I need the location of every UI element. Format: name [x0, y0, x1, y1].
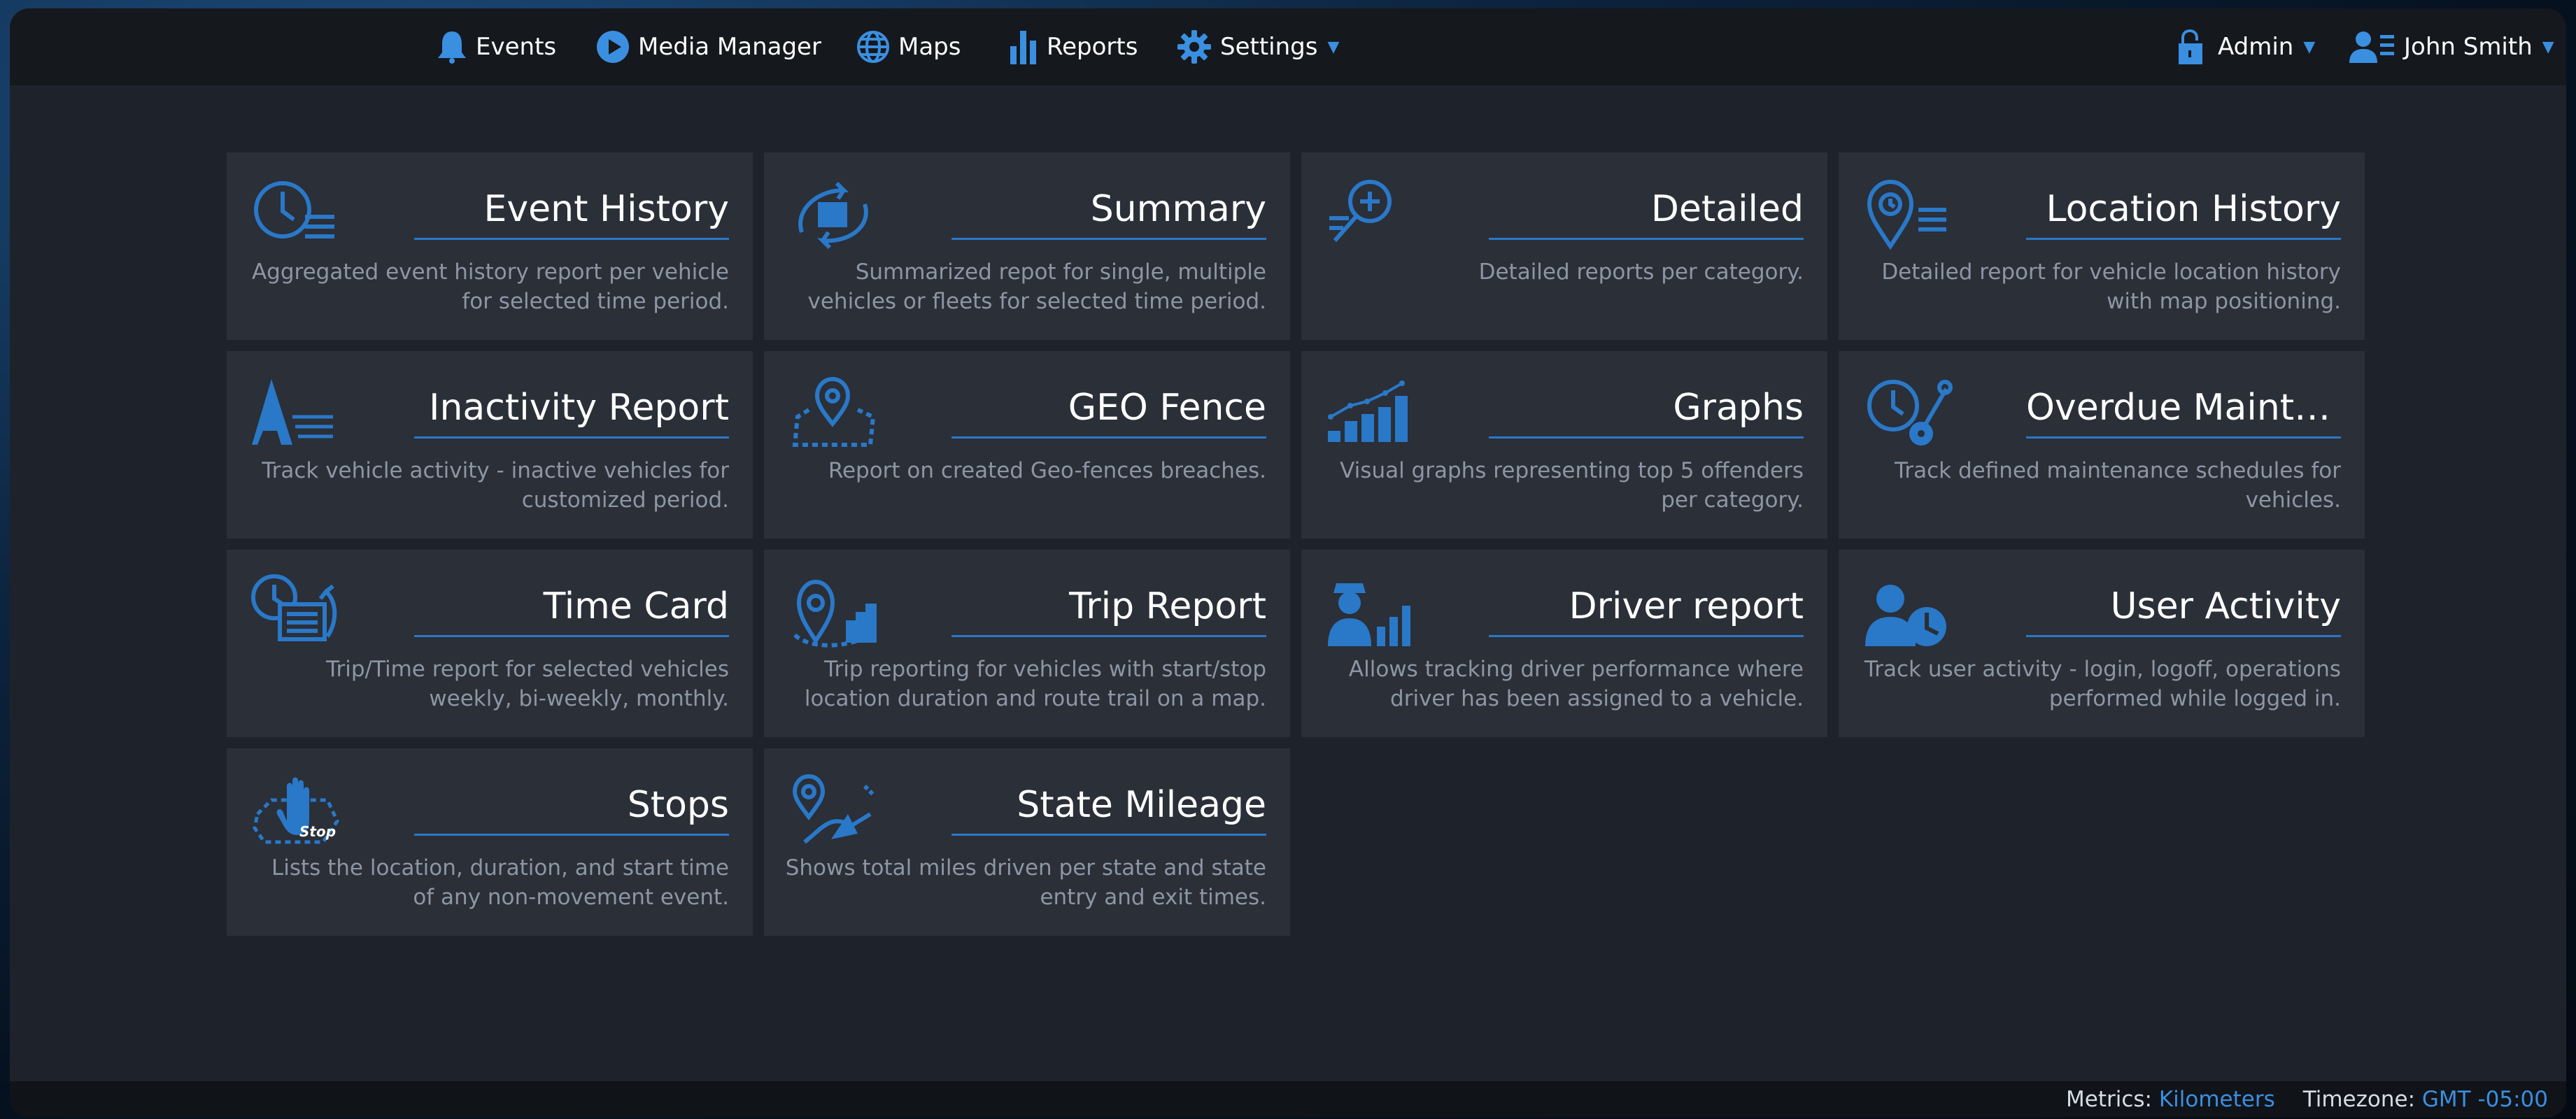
- nav-settings[interactable]: Settings ▼: [1177, 8, 1339, 85]
- card-title: Summary: [951, 187, 1266, 240]
- chevron-down-icon: ▼: [1327, 38, 1340, 56]
- card-title: Graphs: [1489, 386, 1804, 439]
- user-icon: [2349, 29, 2395, 64]
- card-title: Time Card: [414, 585, 729, 637]
- reports-grid: Event History Aggregated event history r…: [10, 85, 2566, 1081]
- stop-hand-icon: Stop: [250, 772, 341, 849]
- nav-user[interactable]: John Smith ▼: [2349, 8, 2554, 85]
- card-title: Inactivity Report: [414, 386, 729, 439]
- card-event-history[interactable]: Event History Aggregated event history r…: [227, 152, 753, 340]
- trip-pin-icon: [788, 573, 879, 650]
- metrics-setting: Metrics: Kilometers: [2066, 1087, 2275, 1112]
- admin-lock-icon: [2177, 29, 2209, 64]
- card-stops[interactable]: Stop Stops Lists the location, duration,…: [227, 748, 753, 936]
- app-window: Events Media Manager Maps Reports Settin…: [10, 8, 2566, 1118]
- svg-text:Stop: Stop: [299, 823, 336, 840]
- top-navbar: Events Media Manager Maps Reports Settin…: [10, 8, 2566, 85]
- card-description: Summarized repot for single, multiple ve…: [807, 259, 1267, 314]
- play-icon: [596, 30, 630, 64]
- nav-maps[interactable]: Maps: [856, 8, 961, 85]
- card-trip-report[interactable]: Trip Report Trip reporting for vehicles …: [764, 550, 1290, 737]
- card-description: Lists the location, duration, and start …: [271, 855, 729, 910]
- nav-events-label: Events: [476, 33, 557, 61]
- card-title: Stops: [414, 783, 729, 836]
- nav-reports[interactable]: Reports: [1009, 8, 1138, 85]
- state-mileage-icon: [788, 772, 879, 849]
- maintenance-icon: [1862, 375, 1953, 452]
- timezone-setting: Timezone: GMT -05:00: [2303, 1087, 2548, 1112]
- card-overdue-maintenance[interactable]: Overdue Mainten... Track defined mainten…: [1839, 351, 2365, 539]
- timezone-label: Timezone:: [2302, 1087, 2416, 1112]
- magnify-plus-icon: [1325, 176, 1416, 253]
- card-title: Driver report: [1489, 585, 1804, 637]
- nav-maps-label: Maps: [898, 33, 961, 61]
- metrics-value-link[interactable]: Kilometers: [2159, 1087, 2275, 1112]
- clock-list-icon: [250, 176, 341, 253]
- card-description: Trip reporting for vehicles with start/s…: [804, 657, 1266, 711]
- card-title: GEO Fence: [951, 386, 1266, 439]
- card-time-card[interactable]: Time Card Trip/Time report for selected …: [227, 550, 753, 737]
- gear-icon: [1177, 29, 1212, 64]
- nav-media-label: Media Manager: [638, 33, 821, 61]
- card-inactivity-report[interactable]: Inactivity Report Track vehicle activity…: [227, 351, 753, 539]
- card-user-activity[interactable]: User Activity Track user activity - logi…: [1839, 550, 2365, 737]
- nav-admin[interactable]: Admin ▼: [2177, 8, 2315, 85]
- bar-chart-icon: [1009, 29, 1038, 64]
- card-description: Track defined maintenance schedules for …: [1895, 458, 2341, 513]
- summary-arrows-icon: [788, 176, 879, 253]
- timezone-value-link[interactable]: GMT -05:00: [2422, 1087, 2548, 1112]
- card-state-mileage[interactable]: State Mileage Shows total miles driven p…: [764, 748, 1290, 936]
- geofence-icon: [788, 375, 879, 452]
- nav-events[interactable]: Events: [437, 8, 556, 85]
- user-activity-icon: [1862, 573, 1953, 650]
- card-description: Visual graphs representing top 5 offende…: [1340, 458, 1804, 513]
- card-description: Track user activity - login, logoff, ope…: [1864, 657, 2341, 711]
- card-description: Detailed reports per category.: [1478, 259, 1804, 285]
- nav-user-label: John Smith: [2404, 33, 2533, 61]
- card-description: Aggregated event history report per vehi…: [251, 259, 729, 314]
- card-location-history[interactable]: Location History Detailed report for veh…: [1839, 152, 2365, 340]
- card-title: Event History: [414, 187, 729, 240]
- chevron-down-icon: ▼: [2542, 38, 2554, 56]
- card-description: Detailed report for vehicle location his…: [1881, 259, 2341, 314]
- time-card-icon: [250, 573, 341, 650]
- card-title: Detailed: [1489, 187, 1804, 240]
- globe-icon: [856, 30, 890, 64]
- pin-clock-icon: [1862, 176, 1953, 253]
- card-driver-report[interactable]: Driver report Allows tracking driver per…: [1301, 550, 1827, 737]
- bell-icon: [437, 30, 467, 64]
- chevron-down-icon: ▼: [2303, 38, 2316, 56]
- card-description: Trip/Time report for selected vehicles w…: [326, 657, 729, 711]
- card-detailed[interactable]: Detailed Detailed reports per category.: [1301, 152, 1827, 340]
- nav-admin-label: Admin: [2218, 33, 2294, 61]
- card-summary[interactable]: Summary Summarized repot for single, mul…: [764, 152, 1290, 340]
- card-title: Trip Report: [951, 585, 1266, 637]
- card-title: State Mileage: [951, 783, 1266, 836]
- nav-settings-label: Settings: [1220, 33, 1318, 61]
- card-title: User Activity: [2026, 585, 2341, 637]
- card-description: Shows total miles driven per state and s…: [785, 855, 1266, 910]
- nav-media-manager[interactable]: Media Manager: [596, 8, 821, 85]
- nav-reports-label: Reports: [1047, 33, 1138, 61]
- metrics-label: Metrics:: [2066, 1087, 2152, 1112]
- card-description: Allows tracking driver performance where…: [1348, 657, 1804, 711]
- card-graphs[interactable]: Graphs Visual graphs representing top 5 …: [1301, 351, 1827, 539]
- card-geo-fence[interactable]: GEO Fence Report on created Geo-fences b…: [764, 351, 1290, 539]
- driver-icon: [1325, 573, 1416, 650]
- status-footer: Metrics: Kilometers Timezone: GMT -05:00: [10, 1081, 2566, 1118]
- card-description: Report on created Geo-fences breaches.: [828, 458, 1266, 483]
- inactivity-icon: [250, 375, 341, 452]
- card-description: Track vehicle activity - inactive vehicl…: [262, 458, 729, 513]
- bar-graph-icon: [1325, 375, 1416, 452]
- card-title: Overdue Mainten...: [2026, 386, 2341, 439]
- card-title: Location History: [2026, 187, 2341, 240]
